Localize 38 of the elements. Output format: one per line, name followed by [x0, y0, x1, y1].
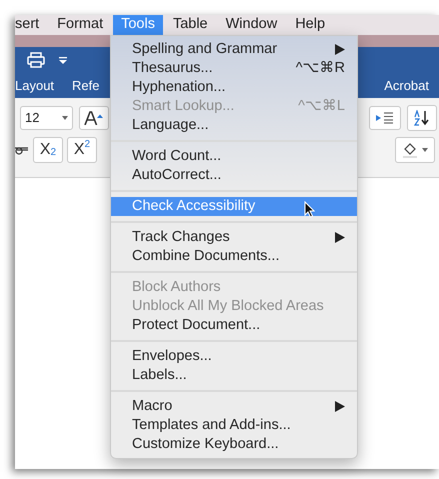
menu-bar-item[interactable]: sert [15, 15, 50, 35]
caret-icon [422, 148, 428, 152]
menu-item[interactable]: Thesaurus... ^⌥⌘R [111, 59, 357, 78]
menu-item[interactable]: Protect Document... [111, 316, 357, 335]
indent-icon [376, 112, 394, 124]
menu-bar-item[interactable]: Help [287, 15, 334, 35]
shortcut-label: ^⌥⌘L [298, 96, 345, 116]
sort-icon [413, 110, 431, 126]
fill-color-button[interactable] [395, 137, 435, 163]
menu-item[interactable]: Language... [111, 116, 357, 135]
menu-bar-item[interactable]: Table [164, 15, 216, 35]
menu-item[interactable]: AutoCorrect... [111, 166, 357, 185]
menu-item[interactable]: Labels... [111, 366, 357, 385]
menu-item[interactable]: Customize Keyboard... [111, 435, 357, 454]
menu-item[interactable]: Word Count... [111, 147, 357, 166]
font-size-field[interactable]: 12 [20, 106, 73, 130]
menu-bar-item[interactable]: Window [218, 15, 286, 35]
format-button[interactable]: X$^{2}$ [67, 137, 97, 163]
menu-item[interactable]: Hyphenation... [111, 78, 357, 97]
pointer-icon [304, 201, 315, 218]
menu-bar-item[interactable]: Format [49, 15, 112, 35]
menu-item[interactable]: Templates and Add-ins... [111, 416, 357, 435]
menu-item[interactable]: Spelling and Grammar [111, 40, 357, 59]
indent-button[interactable] [369, 106, 401, 130]
ribbon-tab[interactable]: Layout [15, 76, 54, 96]
dropdown-icon[interactable] [59, 56, 67, 64]
menu-item[interactable]: Track Changes [111, 228, 357, 247]
shortcut-label: ^⌥⌘R [296, 58, 345, 78]
menu-item[interactable]: Envelopes... [111, 347, 357, 366]
ribbon-tab[interactable]: Acrobat [384, 76, 429, 96]
grow-font-button[interactable] [79, 106, 109, 130]
caret-icon [62, 116, 68, 120]
ribbon-tab[interactable]: Refe [72, 76, 100, 96]
grow-font-icon [84, 111, 104, 125]
sort-button[interactable] [407, 105, 437, 131]
menu-item[interactable]: Macro [111, 397, 357, 416]
menu-item[interactable]: Combine Documents... [111, 247, 357, 266]
printer-icon[interactable] [27, 52, 45, 68]
